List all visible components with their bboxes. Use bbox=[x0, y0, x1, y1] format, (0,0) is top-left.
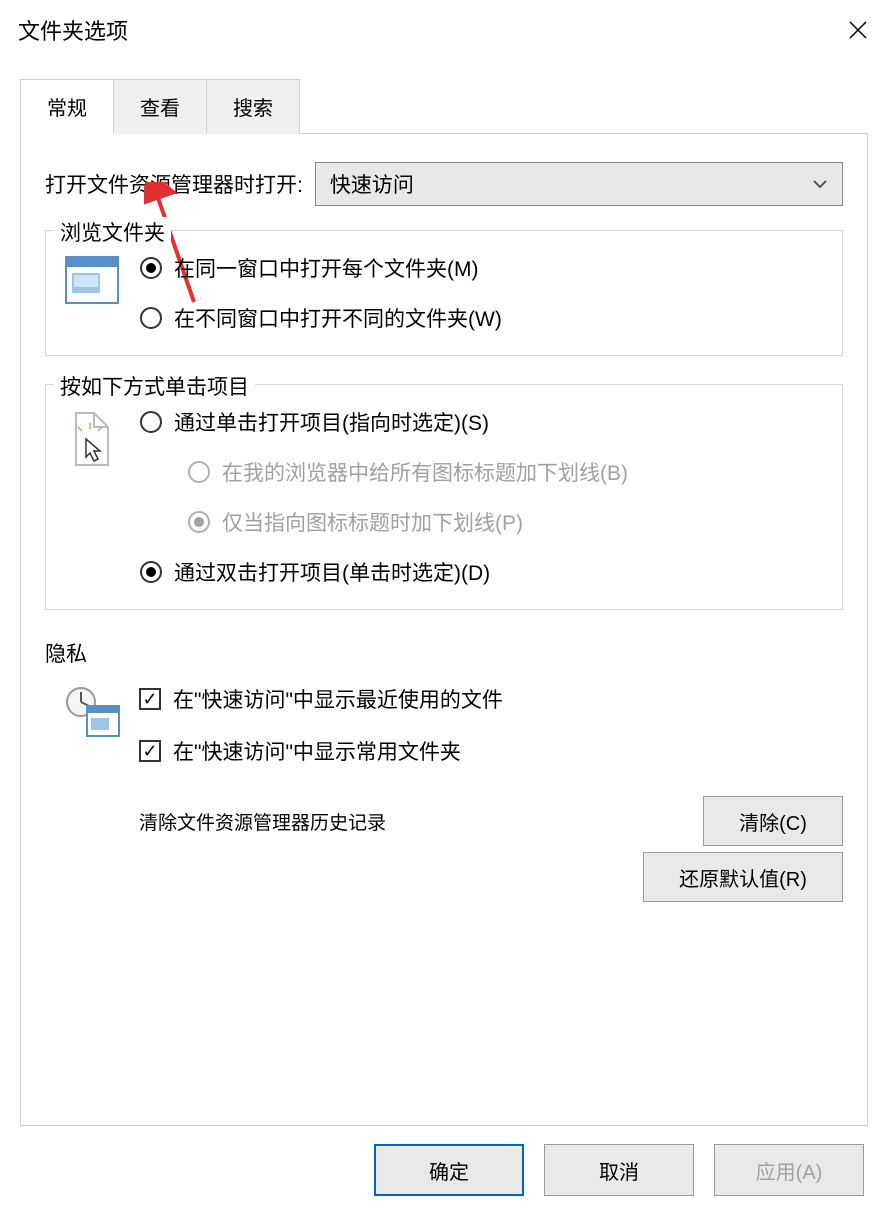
radio-label: 通过双击打开项目(单击时选定)(D) bbox=[174, 557, 490, 587]
radio-icon bbox=[140, 561, 162, 583]
clear-button[interactable]: 清除(C) bbox=[703, 796, 843, 846]
privacy-icon bbox=[63, 686, 119, 748]
check-recent-files[interactable]: 在"快速访问"中显示最近使用的文件 bbox=[139, 684, 843, 714]
open-with-label: 打开文件资源管理器时打开: bbox=[45, 169, 303, 199]
radio-double-click[interactable]: 通过双击打开项目(单击时选定)(D) bbox=[140, 557, 824, 587]
tab-general[interactable]: 常规 bbox=[20, 79, 114, 134]
radio-single-click[interactable]: 通过单击打开项目(指向时选定)(S) bbox=[140, 407, 824, 437]
radio-icon bbox=[140, 257, 162, 279]
browse-folders-icon bbox=[64, 255, 120, 311]
radio-label: 在我的浏览器中给所有图标标题加下划线(B) bbox=[222, 457, 628, 487]
check-label: 在"快速访问"中显示最近使用的文件 bbox=[173, 684, 503, 714]
tab-search[interactable]: 搜索 bbox=[207, 79, 300, 134]
restore-defaults-button[interactable]: 还原默认值(R) bbox=[643, 852, 843, 902]
close-icon bbox=[849, 21, 867, 39]
window-title: 文件夹选项 bbox=[18, 14, 128, 46]
open-with-value: 快速访问 bbox=[330, 169, 414, 199]
radio-underline-point: 仅当指向图标标题时加下划线(P) bbox=[188, 507, 824, 537]
check-frequent-folders[interactable]: 在"快速访问"中显示常用文件夹 bbox=[139, 736, 843, 766]
radio-label: 在不同窗口中打开不同的文件夹(W) bbox=[174, 303, 502, 333]
radio-underline-all: 在我的浏览器中给所有图标标题加下划线(B) bbox=[188, 457, 824, 487]
privacy-legend: 隐私 bbox=[45, 638, 843, 668]
clear-history-label: 清除文件资源管理器历史记录 bbox=[139, 808, 386, 835]
chevron-down-icon bbox=[812, 176, 828, 192]
group-browse-folders: 浏览文件夹 在同一窗口中打开每个文件夹(M) 在不同窗口中打开不同的文件夹(W) bbox=[45, 230, 843, 356]
tab-bar: 常规 查看 搜索 bbox=[20, 78, 868, 134]
radio-icon bbox=[188, 511, 210, 533]
radio-icon bbox=[140, 411, 162, 433]
checkbox-icon bbox=[139, 740, 161, 762]
radio-label: 在同一窗口中打开每个文件夹(M) bbox=[174, 253, 478, 283]
close-button[interactable] bbox=[828, 0, 888, 60]
click-items-icon bbox=[64, 409, 120, 479]
open-with-select[interactable]: 快速访问 bbox=[315, 162, 843, 206]
tab-view[interactable]: 查看 bbox=[114, 79, 207, 134]
tab-panel-general: 打开文件资源管理器时打开: 快速访问 浏览文件夹 在同一窗口中打开每个文件夹(M… bbox=[20, 134, 868, 1126]
browse-legend: 浏览文件夹 bbox=[54, 217, 171, 247]
click-legend: 按如下方式单击项目 bbox=[54, 371, 255, 401]
group-click-items: 按如下方式单击项目 通过单击打开项目(指向时选定)(S) 在我的浏览器中给所有图… bbox=[45, 384, 843, 610]
cancel-button[interactable]: 取消 bbox=[544, 1144, 694, 1196]
radio-diff-window[interactable]: 在不同窗口中打开不同的文件夹(W) bbox=[140, 303, 824, 333]
ok-button[interactable]: 确定 bbox=[374, 1144, 524, 1196]
check-label: 在"快速访问"中显示常用文件夹 bbox=[173, 736, 461, 766]
checkbox-icon bbox=[139, 688, 161, 710]
radio-label: 通过单击打开项目(指向时选定)(S) bbox=[174, 407, 489, 437]
radio-same-window[interactable]: 在同一窗口中打开每个文件夹(M) bbox=[140, 253, 824, 283]
radio-icon bbox=[140, 307, 162, 329]
apply-button[interactable]: 应用(A) bbox=[714, 1144, 864, 1196]
radio-label: 仅当指向图标标题时加下划线(P) bbox=[222, 507, 523, 537]
radio-icon bbox=[188, 461, 210, 483]
